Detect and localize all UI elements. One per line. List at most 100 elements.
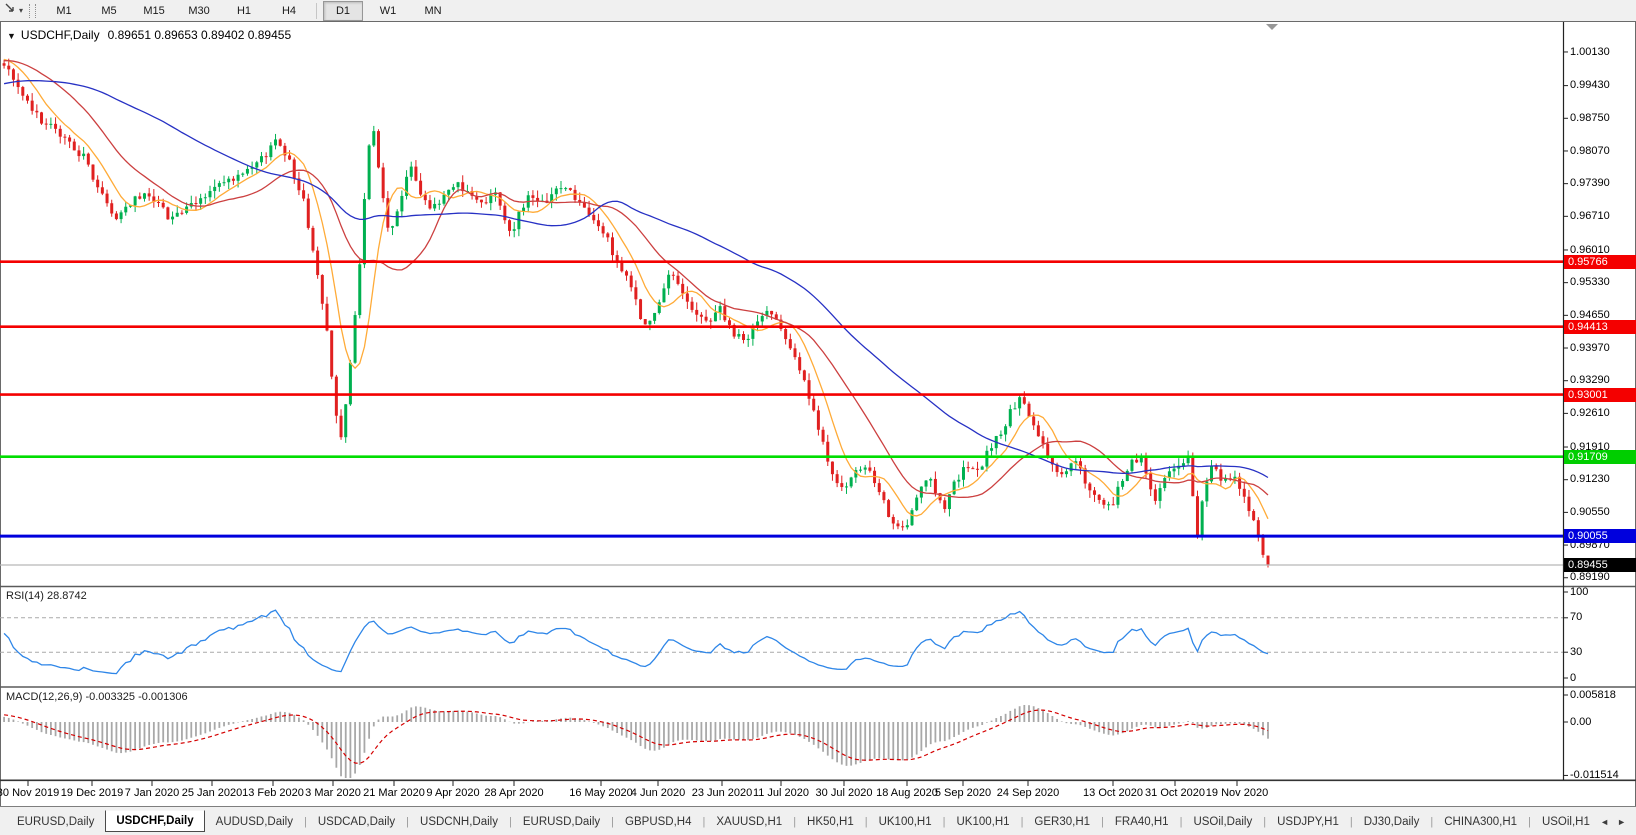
timeframe-button-m1[interactable]: M1 <box>44 1 84 21</box>
timeframe-button-m15[interactable]: M15 <box>134 1 174 21</box>
chart-tab-usoil-17[interactable]: USOil,H1 <box>1533 813 1599 831</box>
date-tick-label: 11 Jul 2020 <box>753 787 809 799</box>
date-tick-label: 30 Nov 2019 <box>0 787 59 799</box>
rsi-tick-label: 100 <box>1570 586 1588 599</box>
rsi-indicator-label: RSI(14) 28.8742 <box>6 590 87 602</box>
date-tick-label: 23 Jun 2020 <box>692 787 753 799</box>
price-tick-label: 0.93290 <box>1570 374 1610 387</box>
tab-separator: | <box>1021 816 1024 828</box>
chart-tab-eurusd-5[interactable]: EURUSD,Daily <box>514 813 609 831</box>
tab-separator: | <box>1528 816 1531 828</box>
date-tick-label: 19 Nov 2020 <box>1206 787 1268 799</box>
timeframe-button-m5[interactable]: M5 <box>89 1 129 21</box>
macd-indicator-label: MACD(12,26,9) -0.003325 -0.001306 <box>6 691 188 703</box>
date-tick-label: 13 Oct 2020 <box>1083 787 1143 799</box>
chart-tab-ger30-11[interactable]: GER30,H1 <box>1025 813 1099 831</box>
price-tick-label: 0.90550 <box>1570 506 1610 519</box>
chart-tab-usdcnh-4[interactable]: USDCNH,Daily <box>411 813 507 831</box>
tab-separator: | <box>406 816 409 828</box>
ohlc-values: 0.89651 0.89653 0.89402 0.89455 <box>108 28 292 42</box>
price-tick-label: 0.99430 <box>1570 79 1610 92</box>
tab-separator: | <box>1430 816 1433 828</box>
chart-tab-xauusd-7[interactable]: XAUUSD,H1 <box>707 813 791 831</box>
price-tick-label: 1.00130 <box>1570 46 1610 59</box>
chart-tab-gbpusd-6[interactable]: GBPUSD,H4 <box>616 813 700 831</box>
date-tick-label: 18 Aug 2020 <box>876 787 938 799</box>
rsi-tick-label: 30 <box>1570 646 1582 659</box>
date-tick-label: 21 Mar 2020 <box>363 787 425 799</box>
tab-separator: | <box>1180 816 1183 828</box>
chart-tabs: EURUSD,DailyUSDCHF,DailyAUDUSD,Daily|USD… <box>8 812 1599 832</box>
date-tick-label: 31 Oct 2020 <box>1145 787 1205 799</box>
chart-tab-china300-16[interactable]: CHINA300,H1 <box>1435 813 1526 831</box>
macd-tick-label: 0.005818 <box>1570 689 1616 702</box>
chart-tab-uk100-10[interactable]: UK100,H1 <box>948 813 1019 831</box>
price-tick-label: 0.96710 <box>1570 210 1610 223</box>
chart-window <box>0 21 1636 806</box>
price-tick-label: 0.89190 <box>1570 571 1610 584</box>
price-tick-label: 0.98070 <box>1570 145 1610 158</box>
price-level-badge: 0.91709 <box>1564 450 1636 464</box>
date-tick-label: 5 Sep 2020 <box>935 787 991 799</box>
chart-tab-usdcad-3[interactable]: USDCAD,Daily <box>309 813 404 831</box>
chart-tab-eurusd-0[interactable]: EURUSD,Daily <box>8 813 103 831</box>
timeframe-button-mn[interactable]: MN <box>413 1 453 21</box>
tab-separator: | <box>943 816 946 828</box>
chart-tab-usdchf-1[interactable]: USDCHF,Daily <box>105 810 204 832</box>
price-tick-label: 0.93970 <box>1570 342 1610 355</box>
date-tick-label: 30 Jul 2020 <box>816 787 873 799</box>
date-tick-label: 7 Jan 2020 <box>125 787 179 799</box>
date-tick-label: 3 Mar 2020 <box>305 787 361 799</box>
timeframe-button-m30[interactable]: M30 <box>179 1 219 21</box>
chart-tab-fra40-12[interactable]: FRA40,H1 <box>1106 813 1178 831</box>
date-tick-label: 9 Apr 2020 <box>426 787 479 799</box>
date-tick-label: 24 Sep 2020 <box>997 787 1059 799</box>
macd-tick-label: 0.00 <box>1570 716 1591 729</box>
timeframe-button-h1[interactable]: H1 <box>224 1 264 21</box>
symbol-dropdown-arrow-icon[interactable]: ▼ <box>7 31 16 41</box>
tabs-scroll-left-icon[interactable]: ◄ <box>1600 817 1609 827</box>
date-tick-label: 13 Feb 2020 <box>242 787 304 799</box>
chart-tab-audusd-2[interactable]: AUDUSD,Daily <box>207 813 302 831</box>
price-level-badge: 0.89455 <box>1564 558 1636 572</box>
rsi-tick-label: 70 <box>1570 611 1582 624</box>
tab-separator: | <box>1350 816 1353 828</box>
toolbar-grip[interactable] <box>29 4 36 18</box>
timeframe-button-w1[interactable]: W1 <box>368 1 408 21</box>
chart-cursor-icon[interactable] <box>4 2 17 20</box>
chart-tab-uk100-9[interactable]: UK100,H1 <box>870 813 941 831</box>
date-tick-label: 19 Dec 2019 <box>61 787 123 799</box>
tab-separator: | <box>1263 816 1266 828</box>
price-tick-label: 0.95330 <box>1570 276 1610 289</box>
timeframe-buttons: M1M5M15M30H1H4 D1W1MN <box>44 1 458 21</box>
chart-tab-usoil-13[interactable]: USOil,Daily <box>1184 813 1261 831</box>
tabs-scroll-arrows: ◄ ► <box>1600 817 1626 827</box>
mt4-terminal: ▾ M1M5M15M30H1H4 D1W1MN ▼ USDCHF,Daily 0.89… <box>0 0 1636 835</box>
tabs-scroll-right-icon[interactable]: ► <box>1617 817 1626 827</box>
symbol-name: USDCHF,Daily <box>21 28 100 42</box>
price-level-badge: 0.94413 <box>1564 320 1636 334</box>
chart-shift-marker-icon[interactable] <box>1266 24 1278 30</box>
tab-separator: | <box>793 816 796 828</box>
dropdown-caret-icon[interactable]: ▾ <box>19 6 23 15</box>
macd-tick-label: -0.011514 <box>1570 769 1619 782</box>
price-tick-label: 0.91230 <box>1570 473 1610 486</box>
chart-tab-usdjpy-14[interactable]: USDJPY,H1 <box>1268 813 1348 831</box>
tab-separator: | <box>509 816 512 828</box>
date-tick-label: 16 May 2020 <box>569 787 633 799</box>
price-level-badge: 0.93001 <box>1564 388 1636 402</box>
chart-tab-dj30-15[interactable]: DJ30,Daily <box>1355 813 1429 831</box>
chart-tool-group: ▾ <box>4 2 23 20</box>
timeframe-toolbar: ▾ M1M5M15M30H1H4 D1W1MN <box>0 0 1636 22</box>
timeframe-button-h4[interactable]: H4 <box>269 1 309 21</box>
price-tick-label: 0.98750 <box>1570 112 1610 125</box>
date-tick-label: 28 Apr 2020 <box>484 787 543 799</box>
price-level-badge: 0.95766 <box>1564 255 1636 269</box>
tab-separator: | <box>703 816 706 828</box>
tab-separator: | <box>1101 816 1104 828</box>
chart-tab-hk50-8[interactable]: HK50,H1 <box>798 813 863 831</box>
rsi-tick-label: 0 <box>1570 672 1576 685</box>
price-tick-label: 0.97390 <box>1570 177 1610 190</box>
timeframe-button-d1[interactable]: D1 <box>323 1 363 21</box>
tab-separator: | <box>611 816 614 828</box>
